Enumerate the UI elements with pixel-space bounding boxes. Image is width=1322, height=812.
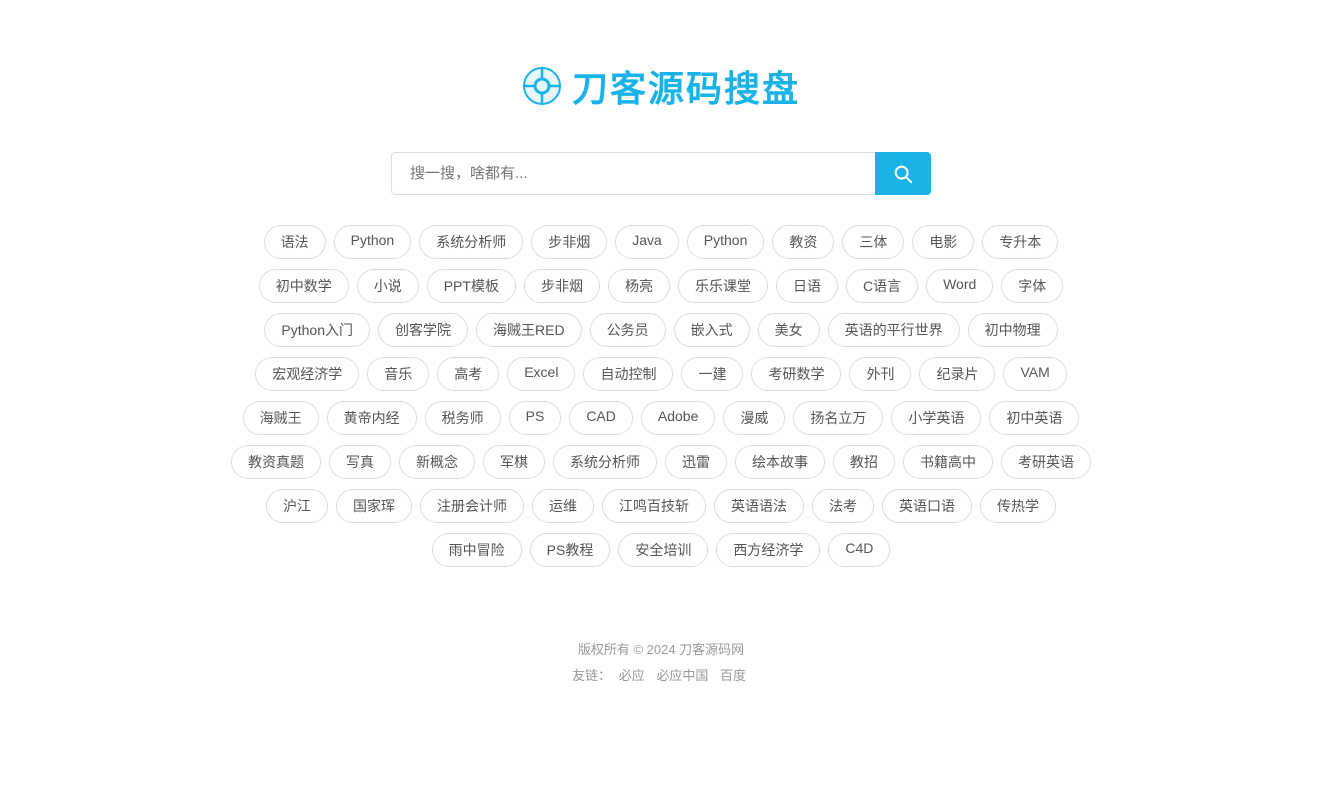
tag-item[interactable]: 音乐	[367, 357, 429, 391]
tag-item[interactable]: 教资	[772, 225, 834, 259]
tag-item[interactable]: 初中数学	[259, 269, 349, 303]
tag-item[interactable]: 安全培训	[618, 533, 708, 567]
links-label: 友链：	[572, 668, 611, 683]
tag-item[interactable]: 高考	[437, 357, 499, 391]
tag-item[interactable]: PPT模板	[427, 269, 516, 303]
tag-item[interactable]: 小说	[357, 269, 419, 303]
logo-area: 刀客源码搜盘	[522, 60, 800, 112]
copyright-text: 版权所有 © 2024 刀客源码网	[572, 637, 750, 663]
tag-item[interactable]: 系统分析师	[553, 445, 657, 479]
tag-item[interactable]: 书籍高中	[903, 445, 993, 479]
tag-item[interactable]: 美女	[758, 313, 820, 347]
search-input[interactable]	[391, 152, 875, 195]
tag-item[interactable]: 三体	[842, 225, 904, 259]
tag-item[interactable]: 运维	[532, 489, 594, 523]
site-title: 刀客源码搜盘	[572, 60, 800, 112]
tag-item[interactable]: 乐乐课堂	[678, 269, 768, 303]
tag-item[interactable]: Word	[926, 269, 993, 303]
tag-item[interactable]: 漫威	[723, 401, 785, 435]
tag-item[interactable]: 写真	[329, 445, 391, 479]
tag-item[interactable]: 初中物理	[968, 313, 1058, 347]
tag-item[interactable]: 外刊	[849, 357, 911, 391]
tag-item[interactable]: 税务师	[425, 401, 501, 435]
tag-item[interactable]: 国家珲	[336, 489, 412, 523]
tag-item[interactable]: 绘本故事	[735, 445, 825, 479]
tag-item[interactable]: Python	[687, 225, 765, 259]
tag-item[interactable]: PS教程	[530, 533, 611, 567]
tag-item[interactable]: 传热学	[980, 489, 1056, 523]
logo-icon	[522, 66, 562, 106]
tag-item[interactable]: 字体	[1001, 269, 1063, 303]
footer: 版权所有 © 2024 刀客源码网 友链： 必应 必应中国 百度	[572, 637, 750, 689]
tag-item[interactable]: 英语语法	[714, 489, 804, 523]
tag-item[interactable]: 雨中冒险	[432, 533, 522, 567]
tag-item[interactable]: CAD	[569, 401, 633, 435]
tag-item[interactable]: 江鸣百技斩	[602, 489, 706, 523]
search-button[interactable]	[875, 152, 931, 195]
tag-item[interactable]: 军棋	[483, 445, 545, 479]
tag-item[interactable]: 注册会计师	[420, 489, 524, 523]
tag-item[interactable]: Python入门	[264, 313, 370, 347]
link-baidu[interactable]: 百度	[720, 668, 746, 683]
tag-item[interactable]: 海贼王	[243, 401, 319, 435]
tag-item[interactable]: 创客学院	[378, 313, 468, 347]
tag-item[interactable]: 沪江	[266, 489, 328, 523]
tag-item[interactable]: Excel	[507, 357, 575, 391]
tag-item[interactable]: PS	[509, 401, 562, 435]
tag-item[interactable]: Python	[334, 225, 412, 259]
tag-item[interactable]: 黄帝内经	[327, 401, 417, 435]
tag-item[interactable]: 教招	[833, 445, 895, 479]
tag-item[interactable]: 自动控制	[583, 357, 673, 391]
tag-item[interactable]: Java	[615, 225, 679, 259]
tag-item[interactable]: C语言	[846, 269, 918, 303]
search-bar	[391, 152, 931, 195]
tag-item[interactable]: 杨亮	[608, 269, 670, 303]
tag-item[interactable]: 考研英语	[1001, 445, 1091, 479]
tag-item[interactable]: 电影	[912, 225, 974, 259]
tag-item[interactable]: 步非烟	[524, 269, 600, 303]
link-biying[interactable]: 必应	[619, 668, 645, 683]
tag-item[interactable]: 英语的平行世界	[828, 313, 960, 347]
tag-item[interactable]: 初中英语	[989, 401, 1079, 435]
tag-item[interactable]: 日语	[776, 269, 838, 303]
tag-item[interactable]: C4D	[828, 533, 890, 567]
tag-item[interactable]: 小学英语	[891, 401, 981, 435]
tag-item[interactable]: 语法	[264, 225, 326, 259]
tag-item[interactable]: VAM	[1003, 357, 1066, 391]
tag-item[interactable]: 新概念	[399, 445, 475, 479]
tag-item[interactable]: 宏观经济学	[255, 357, 359, 391]
search-icon	[892, 163, 914, 185]
tag-item[interactable]: 西方经济学	[716, 533, 820, 567]
footer-links: 友链： 必应 必应中国 百度	[572, 663, 750, 689]
tag-item[interactable]: 扬名立万	[793, 401, 883, 435]
tag-item[interactable]: Adobe	[641, 401, 715, 435]
tag-item[interactable]: 法考	[812, 489, 874, 523]
link-biying-china[interactable]: 必应中国	[656, 668, 708, 683]
tag-item[interactable]: 考研数学	[751, 357, 841, 391]
tag-item[interactable]: 纪录片	[919, 357, 995, 391]
tag-item[interactable]: 一建	[681, 357, 743, 391]
tag-item[interactable]: 英语口语	[882, 489, 972, 523]
tag-item[interactable]: 公务员	[590, 313, 666, 347]
tag-item[interactable]: 迅雷	[665, 445, 727, 479]
tags-container: 语法Python系统分析师步非烟JavaPython教资三体电影专升本初中数学小…	[231, 225, 1091, 567]
tag-item[interactable]: 海贼王RED	[476, 313, 582, 347]
tag-item[interactable]: 嵌入式	[674, 313, 750, 347]
tag-item[interactable]: 步非烟	[531, 225, 607, 259]
tag-item[interactable]: 专升本	[982, 225, 1058, 259]
tag-item[interactable]: 系统分析师	[419, 225, 523, 259]
tag-item[interactable]: 教资真题	[231, 445, 321, 479]
